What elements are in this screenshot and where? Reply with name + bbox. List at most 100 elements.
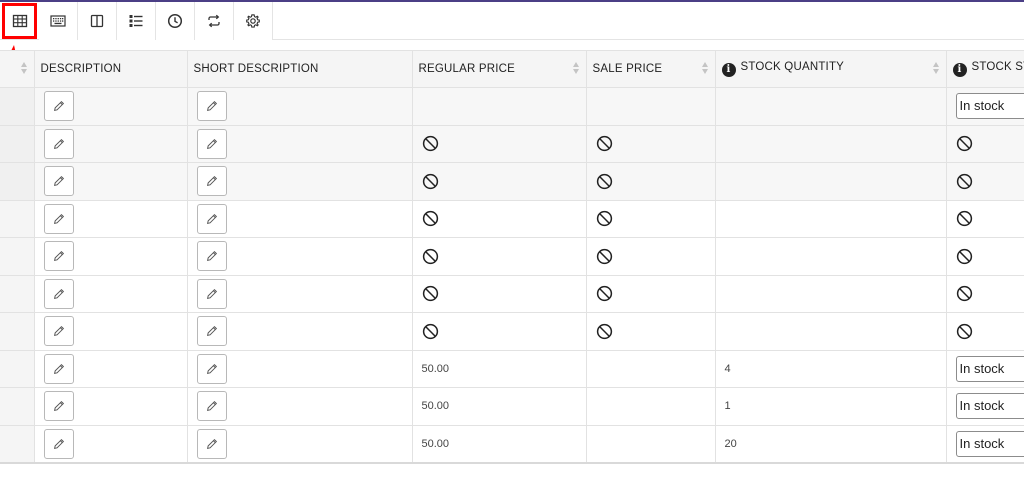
- edit-description-button[interactable]: [43, 91, 74, 122]
- pencil-icon: [53, 138, 64, 149]
- short-description-cell: [187, 162, 413, 201]
- table-row: 50.00 1 In stock: [0, 387, 1024, 426]
- not-allowed-icon: [422, 173, 438, 189]
- stock-status-select[interactable]: In stock: [955, 393, 1023, 420]
- edit-short-description-button[interactable]: [196, 316, 227, 347]
- column-header-sale-price[interactable]: SALE PRICE: [586, 50, 716, 88]
- edit-short-description-button[interactable]: [196, 353, 227, 384]
- stock-quantity-cell[interactable]: [715, 125, 947, 163]
- stock-quantity-cell[interactable]: 4: [715, 350, 947, 388]
- edit-short-description-button[interactable]: [196, 166, 227, 197]
- sale-price-cell[interactable]: [586, 425, 716, 463]
- column-header-regular-price[interactable]: REGULAR PRICE: [412, 50, 587, 88]
- stock-status-select[interactable]: In stock: [955, 355, 1023, 382]
- stock-quantity-cell[interactable]: [715, 200, 947, 238]
- edit-description-button[interactable]: [43, 428, 74, 459]
- pencil-icon: [206, 438, 217, 449]
- sort-icon[interactable]: [572, 62, 580, 76]
- regular-price-cell[interactable]: 50.00: [412, 350, 587, 388]
- info-icon[interactable]: i: [721, 63, 736, 77]
- stock-status-select[interactable]: In stock: [955, 93, 1023, 120]
- edit-description-button[interactable]: [43, 391, 74, 422]
- columns-icon: [90, 14, 104, 28]
- column-header-stock-quantity[interactable]: i STOCK QUANTITY: [715, 50, 947, 88]
- edit-description-button[interactable]: [43, 278, 74, 309]
- stock-quantity-cell[interactable]: 20: [715, 425, 947, 463]
- stock-status-select[interactable]: In stock: [955, 430, 1023, 457]
- row-select-cell[interactable]: [0, 87, 35, 126]
- edit-short-description-button[interactable]: [196, 391, 227, 422]
- stock-quantity-cell[interactable]: 1: [715, 387, 947, 426]
- row-select-cell[interactable]: [0, 387, 35, 426]
- columns-button[interactable]: [78, 2, 117, 40]
- regular-price-cell: [412, 125, 587, 163]
- column-header-stock-status[interactable]: i STOCK ST: [946, 50, 1024, 88]
- settings-button[interactable]: [234, 2, 273, 40]
- stock-quantity-cell[interactable]: [715, 312, 947, 351]
- description-cell: [34, 275, 188, 313]
- stock-status-cell: [946, 200, 1024, 238]
- stock-quantity-cell[interactable]: [715, 275, 947, 313]
- row-select-cell[interactable]: [0, 200, 35, 238]
- regular-price-value: 50.00: [421, 437, 450, 450]
- short-description-cell: [187, 350, 413, 388]
- keyboard-button[interactable]: [39, 2, 78, 40]
- edit-description-button[interactable]: [43, 203, 74, 234]
- sync-button[interactable]: [195, 2, 234, 40]
- row-select-cell[interactable]: [0, 350, 35, 388]
- sale-price-cell: [586, 200, 716, 238]
- not-allowed-icon: [422, 248, 438, 264]
- edit-description-button[interactable]: [43, 316, 74, 347]
- regular-price-cell[interactable]: [412, 87, 587, 126]
- sale-price-cell[interactable]: [586, 87, 716, 126]
- stock-status-cell: [946, 237, 1024, 276]
- row-select-cell[interactable]: [0, 275, 35, 313]
- sort-icon[interactable]: [20, 62, 28, 76]
- short-description-cell: [187, 312, 413, 351]
- short-description-cell: [187, 200, 413, 238]
- table-row: [0, 125, 1024, 163]
- description-cell: [34, 350, 188, 388]
- row-select-cell[interactable]: [0, 312, 35, 351]
- edit-short-description-button[interactable]: [196, 203, 227, 234]
- column-header-select[interactable]: [0, 50, 35, 88]
- column-header-short-description[interactable]: SHORT DESCRIPTION: [187, 50, 413, 88]
- row-select-cell[interactable]: [0, 237, 35, 276]
- description-cell: [34, 425, 188, 463]
- table-row: [0, 275, 1024, 313]
- list-button[interactable]: [117, 2, 156, 40]
- edit-description-button[interactable]: [43, 128, 74, 159]
- sort-icon[interactable]: [701, 62, 709, 76]
- edit-short-description-button[interactable]: [196, 128, 227, 159]
- regular-price-cell[interactable]: 50.00: [412, 425, 587, 463]
- edit-short-description-button[interactable]: [196, 91, 227, 122]
- sale-price-cell[interactable]: [586, 387, 716, 426]
- history-button[interactable]: [156, 2, 195, 40]
- header-row: DESCRIPTION SHORT DESCRIPTION REGULAR PR…: [0, 50, 1024, 88]
- not-allowed-icon: [956, 323, 972, 339]
- description-cell: [34, 387, 188, 426]
- edit-short-description-button[interactable]: [196, 241, 227, 272]
- table-row: [0, 162, 1024, 201]
- row-select-cell[interactable]: [0, 425, 35, 463]
- row-select-cell[interactable]: [0, 125, 35, 163]
- stock-quantity-cell[interactable]: [715, 162, 947, 201]
- row-select-cell[interactable]: [0, 162, 35, 201]
- stock-quantity-cell[interactable]: [715, 237, 947, 276]
- sort-icon[interactable]: [932, 62, 940, 76]
- edit-description-button[interactable]: [43, 241, 74, 272]
- info-icon[interactable]: i: [952, 63, 967, 77]
- stock-status-cell: In stock: [946, 387, 1024, 426]
- regular-price-cell[interactable]: 50.00: [412, 387, 587, 426]
- pencil-icon: [206, 288, 217, 299]
- edit-description-button[interactable]: [43, 166, 74, 197]
- edit-short-description-button[interactable]: [196, 428, 227, 459]
- stock-quantity-cell[interactable]: [715, 87, 947, 126]
- column-header-description[interactable]: DESCRIPTION: [34, 50, 188, 88]
- edit-short-description-button[interactable]: [196, 278, 227, 309]
- not-allowed-icon: [596, 136, 612, 152]
- table-view-button[interactable]: [2, 3, 37, 39]
- description-cell: [34, 87, 188, 126]
- sale-price-cell[interactable]: [586, 350, 716, 388]
- edit-description-button[interactable]: [43, 353, 74, 384]
